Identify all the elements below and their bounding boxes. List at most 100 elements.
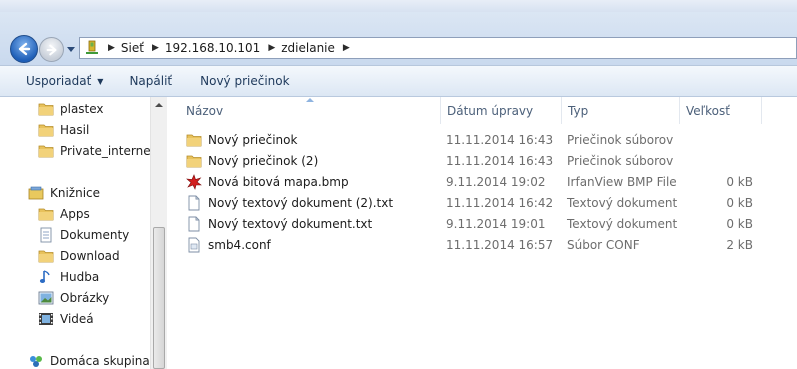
file-name: Nový priečinok — [208, 132, 298, 147]
breadcrumb-separator[interactable]: ▶ — [268, 43, 275, 53]
file-date: 9.11.2014 19:02 — [446, 174, 546, 189]
breadcrumb-network[interactable]: Sieť — [121, 41, 144, 55]
file-date: 11.11.2014 16:43 — [446, 153, 554, 168]
sidebar-item-apps[interactable]: Apps — [38, 203, 90, 224]
sidebar-item-label: Videá — [60, 311, 94, 326]
column-header-label: Názov — [186, 103, 224, 118]
sidebar-item-homegroup[interactable]: Domáca skupina — [28, 350, 150, 369]
network-icon — [86, 40, 98, 54]
sidebar-item-libraries[interactable]: Knižnice — [28, 182, 100, 203]
column-header-type[interactable]: Typ — [561, 97, 679, 124]
column-header-label: Typ — [568, 103, 589, 118]
file-name-cell[interactable]: Nový textový dokument.txt — [186, 213, 372, 234]
sidebar-item-label: Hudba — [60, 269, 100, 284]
folder-icon — [186, 134, 202, 146]
file-size: 0 kB — [726, 195, 753, 210]
column-header-label: Veľkosť — [686, 103, 730, 118]
file-date: 11.11.2014 16:43 — [446, 132, 554, 147]
burn-button[interactable]: Napáliť — [121, 66, 180, 96]
sidebar-item-music[interactable]: Hudba — [38, 266, 99, 287]
file-name: smb4.conf — [208, 237, 271, 252]
file-size: 0 kB — [726, 174, 753, 189]
pictures-icon — [38, 291, 54, 304]
recent-pages-dropdown[interactable] — [66, 45, 76, 55]
new-folder-button[interactable]: Nový priečinok — [192, 66, 297, 96]
file-size — [682, 150, 753, 171]
folder-icon — [186, 155, 202, 167]
conf-file-icon — [188, 237, 200, 252]
file-name: Nová bitová mapa.bmp — [208, 174, 349, 189]
music-icon — [39, 269, 50, 283]
homegroup-icon — [30, 355, 42, 367]
sidebar-item-documents[interactable]: Dokumenty — [38, 224, 129, 245]
breadcrumb-share[interactable]: zdielanie — [281, 41, 335, 55]
file-row[interactable]: Nový priečinok (2) 11.11.2014 16:43 Prie… — [168, 150, 797, 171]
sidebar-item-label: Knižnice — [50, 185, 101, 200]
back-button[interactable] — [10, 35, 38, 63]
column-header-date[interactable]: Dátum úpravy — [440, 97, 561, 124]
file-name-cell[interactable]: Nová bitová mapa.bmp — [186, 171, 349, 192]
file-name-cell[interactable]: smb4.conf — [186, 234, 271, 255]
file-name-cell[interactable]: Nový priečinok (2) — [186, 150, 318, 171]
folder-icon — [38, 208, 54, 220]
sidebar-scrollbar[interactable] — [150, 97, 167, 369]
folder-icon — [38, 250, 54, 262]
title-bar — [0, 0, 797, 12]
file-name-cell[interactable]: Nový textový dokument (2).txt — [186, 192, 393, 213]
file-date: 11.11.2014 16:57 — [446, 237, 554, 252]
column-headers: Názov Dátum úpravy Typ Veľkosť — [168, 97, 797, 124]
sidebar-item-label: plastex — [60, 101, 104, 116]
sidebar-item-hasil[interactable]: Hasil — [38, 119, 89, 140]
text-file-icon — [188, 195, 200, 210]
sidebar-item-videos[interactable]: Videá — [38, 308, 94, 329]
sidebar-item-label: Hasil — [60, 122, 90, 137]
address-bar[interactable]: ▶ Sieť ▶ 192.168.10.101 ▶ zdielanie ▶ — [79, 37, 797, 59]
file-size: 2 kB — [726, 237, 753, 252]
navigation-pane: plastex Hasil Private_internet_a Knižnic… — [0, 97, 150, 369]
scrollbar-thumb[interactable] — [153, 227, 165, 369]
file-date: 9.11.2014 19:01 — [446, 216, 546, 231]
scroll-up-arrow-icon[interactable] — [155, 103, 163, 107]
breadcrumb-separator[interactable]: ▶ — [152, 43, 159, 53]
sidebar-item-pictures[interactable]: Obrázky — [38, 287, 109, 308]
arrow-left-icon — [18, 42, 31, 56]
file-row[interactable]: Nový textový dokument.txt 9.11.2014 19:0… — [168, 213, 797, 234]
column-header-name[interactable]: Názov — [180, 97, 440, 124]
arrow-right-icon — [46, 44, 57, 55]
column-header-size[interactable]: Veľkosť — [679, 97, 761, 124]
file-name: Nový priečinok (2) — [208, 153, 319, 168]
folder-icon — [38, 145, 54, 157]
column-header-label: Dátum úpravy — [447, 103, 534, 118]
file-row[interactable]: Nový textový dokument (2).txt 11.11.2014… — [168, 192, 797, 213]
file-name-cell[interactable]: Nový priečinok — [186, 129, 297, 150]
breadcrumb-separator[interactable]: ▶ — [343, 43, 350, 53]
sidebar-item-label: Apps — [60, 206, 90, 221]
sidebar-item-label: Dokumenty — [60, 227, 130, 242]
chevron-down-icon — [67, 47, 75, 52]
burn-label: Napáliť — [129, 74, 173, 88]
video-icon — [39, 312, 53, 325]
file-type: Súbor CONF — [567, 237, 640, 252]
sidebar-item-label: Domáca skupina — [50, 353, 150, 368]
sidebar-item-label: Obrázky — [60, 290, 110, 305]
breadcrumb-separator[interactable]: ▶ — [108, 43, 115, 53]
file-type: Priečinok súborov — [567, 132, 674, 147]
organize-button[interactable]: Usporiadať ▼ — [18, 66, 111, 96]
file-type: Priečinok súborov — [567, 153, 674, 168]
file-row[interactable]: smb4.conf 11.11.2014 16:57 Súbor CONF 2 … — [168, 234, 797, 255]
sidebar-item-download[interactable]: Download — [38, 245, 120, 266]
documents-icon — [40, 227, 52, 242]
sidebar-item-label: Private_internet_a — [60, 143, 150, 158]
column-header-spacer — [761, 97, 791, 124]
breadcrumb-host[interactable]: 192.168.10.101 — [165, 41, 260, 55]
command-bar: Usporiadať ▼ Napáliť Nový priečinok — [0, 66, 797, 97]
new-folder-label: Nový priečinok — [200, 74, 290, 88]
file-row[interactable]: Nová bitová mapa.bmp 9.11.2014 19:02 Irf… — [168, 171, 797, 192]
folder-icon — [38, 124, 54, 136]
sidebar-item-private-internet[interactable]: Private_internet_a — [38, 140, 150, 161]
organize-label: Usporiadať — [26, 74, 92, 88]
library-icon — [28, 186, 44, 199]
file-row[interactable]: Nový priečinok 11.11.2014 16:43 Priečino… — [168, 129, 797, 150]
sidebar-item-plastex[interactable]: plastex — [38, 98, 104, 119]
forward-button[interactable] — [39, 37, 64, 62]
